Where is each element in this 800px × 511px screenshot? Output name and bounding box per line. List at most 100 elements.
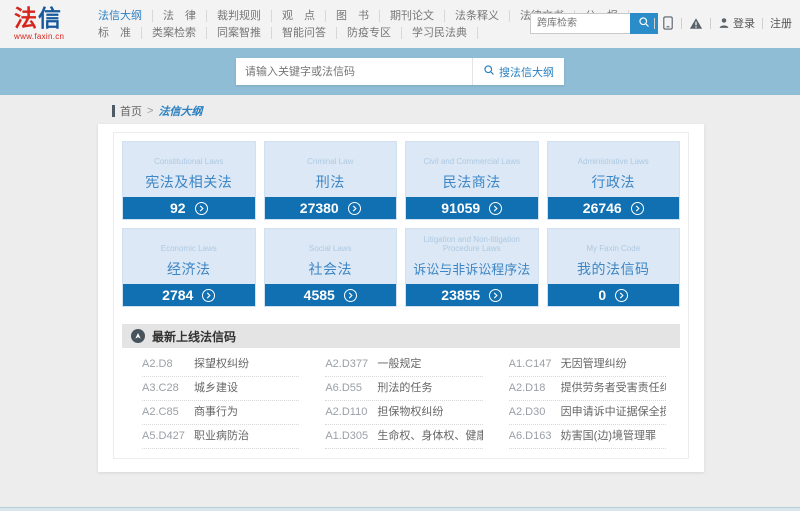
nav-item-books[interactable]: 图 书	[326, 9, 380, 22]
code-title: 职业病防治	[194, 430, 249, 442]
tile-zh-label: 诉讼与非诉讼程序法	[413, 262, 531, 277]
code-title: 无因管理纠纷	[560, 358, 627, 370]
divider	[710, 17, 711, 29]
tile-social-laws[interactable]: Social Laws 社会法 4585	[263, 228, 397, 307]
code-label: A2.D8	[142, 358, 173, 370]
outline-search-button[interactable]: 搜法信大纲	[472, 58, 564, 85]
nav-item-civil-code-study[interactable]: 学习民法典	[402, 26, 478, 39]
tile-zh-label: 我的法信码	[577, 261, 650, 277]
code-title: 城乡建设	[194, 382, 238, 394]
nav-item-viewpoints[interactable]: 观 点	[272, 9, 326, 22]
nav-item-epidemic-zone[interactable]: 防疫专区	[337, 26, 402, 39]
code-title: 探望权纠纷	[194, 358, 249, 370]
circle-arrow-right-icon	[630, 201, 644, 215]
nav-item-law[interactable]: 法 律	[153, 9, 207, 22]
nav-item-standards[interactable]: 标 准	[88, 26, 142, 39]
tile-count: 4585	[303, 287, 335, 303]
tile-criminal-law[interactable]: Criminal Law 刑法 27380	[263, 141, 397, 220]
nav-item-judgment-rules[interactable]: 裁判规则	[207, 9, 272, 22]
logo-char-xin: 信	[38, 6, 62, 32]
tile-count-bar: 92	[123, 197, 255, 219]
section-badge-icon	[131, 329, 145, 343]
logo-url: www.faxin.cn	[14, 32, 65, 41]
tile-en-label: My Faxin Code	[586, 244, 641, 253]
header-search	[530, 13, 658, 34]
code-title: 因申请诉中证据保全损...	[560, 406, 666, 418]
logo-char-fa: 法	[14, 6, 38, 32]
latest-code-item[interactable]: A2.D377 一般规定	[325, 353, 483, 377]
main-panel: Constitutional Laws 宪法及相关法 92 Criminal L…	[98, 124, 704, 472]
code-title: 妨害国(边)境管理罪	[560, 430, 656, 442]
tile-count-bar: 0	[547, 284, 679, 306]
circle-arrow-right-icon	[202, 288, 216, 302]
mobile-app-button[interactable]	[662, 16, 674, 30]
code-label: A2.D377	[325, 358, 369, 370]
register-button[interactable]: 注册	[770, 15, 792, 31]
latest-code-item[interactable]: A6.D55 刑法的任务	[325, 377, 483, 401]
latest-code-item[interactable]: A2.D8 探望权纠纷	[142, 353, 300, 377]
latest-code-item[interactable]: A2.D110 担保物权纠纷	[325, 401, 483, 425]
nav-item-same-case-push[interactable]: 同案智推	[207, 26, 272, 39]
latest-code-item[interactable]: A2.D18 提供劳务者受害责任纠...	[508, 377, 666, 401]
nav-item-journals[interactable]: 期刊论文	[380, 9, 445, 22]
code-label: A2.D18	[508, 382, 546, 394]
notice-button[interactable]	[689, 17, 703, 30]
code-title: 商事行为	[194, 406, 238, 418]
tile-zh-label: 刑法	[315, 174, 345, 190]
code-label: A6.D163	[508, 430, 552, 442]
latest-code-item[interactable]: A6.D163 妨害国(边)境管理罪	[508, 425, 666, 449]
user-icon	[718, 17, 730, 29]
latest-code-item[interactable]: A1.D305 生命权、身体权、健康...	[325, 425, 483, 449]
outline-search: 搜法信大纲	[236, 58, 564, 85]
tile-count-bar: 91059	[406, 197, 538, 219]
tile-zh-label: 行政法	[591, 174, 635, 190]
code-label: A5.D427	[142, 430, 185, 442]
tile-count: 0	[598, 287, 607, 303]
tile-count: 27380	[299, 200, 339, 216]
tile-constitutional-laws[interactable]: Constitutional Laws 宪法及相关法 92	[122, 141, 256, 220]
latest-code-item[interactable]: A2.C85 商事行为	[142, 401, 300, 425]
code-label: A6.D55	[325, 382, 363, 394]
nav-item-article-interpretation[interactable]: 法条释义	[445, 9, 510, 22]
tile-count: 26746	[582, 200, 622, 216]
tile-en-label: Economic Laws	[160, 244, 217, 253]
logo[interactable]: 法信 www.faxin.cn	[14, 7, 78, 41]
tile-my-faxin-code[interactable]: My Faxin Code 我的法信码 0	[546, 228, 680, 307]
latest-code-item[interactable]: A2.D30 因申请诉中证据保全损...	[508, 401, 666, 425]
latest-code-item[interactable]: A5.D427 职业病防治	[142, 425, 300, 449]
tile-litigation-procedure-laws[interactable]: Litigation and Non-litigation Procedure …	[405, 228, 539, 307]
tile-count: 92	[169, 200, 186, 216]
breadcrumb-current: 法信大纲	[158, 106, 203, 118]
breadcrumb: 首页 > 法信大纲	[112, 103, 202, 119]
nav-item-smart-qa[interactable]: 智能问答	[272, 26, 337, 39]
nav-item-faxin-outline[interactable]: 法信大纲	[88, 9, 153, 22]
mobile-phone-icon	[662, 16, 674, 30]
latest-code-item[interactable]: A1.C147 无因管理纠纷	[508, 353, 666, 377]
tile-en-label: Administrative Laws	[577, 157, 649, 166]
circle-arrow-right-icon	[489, 288, 503, 302]
tile-civil-commercial-laws[interactable]: Civil and Commercial Laws 民法商法 91059	[405, 141, 539, 220]
search-banner: 搜法信大纲	[0, 48, 800, 95]
tile-economic-laws[interactable]: Economic Laws 经济法 2784	[122, 228, 256, 307]
tile-administrative-laws[interactable]: Administrative Laws 行政法 26746	[546, 141, 680, 220]
tile-count-bar: 27380	[264, 197, 396, 219]
nav-item-similar-case-search[interactable]: 类案检索	[142, 26, 207, 39]
login-button[interactable]: 登录	[718, 15, 755, 31]
circle-arrow-right-icon	[343, 288, 357, 302]
code-label: A2.C85	[142, 406, 179, 418]
code-title: 一般规定	[377, 358, 422, 370]
latest-code-item[interactable]: A3.C28 城乡建设	[142, 377, 300, 401]
cross-db-search-input[interactable]	[530, 13, 630, 34]
tile-zh-label: 宪法及相关法	[145, 174, 233, 190]
warning-triangle-icon	[689, 17, 703, 30]
login-label: 登录	[733, 18, 755, 30]
tile-en-label: Litigation and Non-litigation Procedure …	[423, 235, 520, 253]
outline-search-button-label: 搜法信大纲	[499, 66, 554, 79]
code-label: A1.D305	[325, 430, 369, 442]
breadcrumb-home-link[interactable]: 首页	[120, 103, 142, 119]
outline-search-input[interactable]	[236, 58, 472, 85]
circle-arrow-right-icon	[489, 201, 503, 215]
tile-count-bar: 2784	[123, 284, 255, 306]
latest-codes-title: 最新上线法信码	[152, 329, 237, 344]
search-icon	[483, 64, 495, 79]
